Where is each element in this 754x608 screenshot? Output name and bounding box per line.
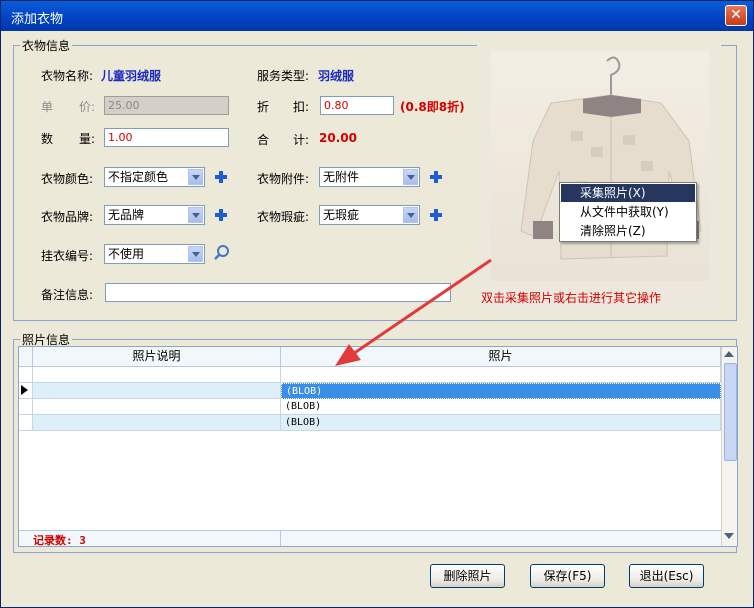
discount-input[interactable]: 0.80 xyxy=(320,96,394,115)
discount-label-2: 扣: xyxy=(293,100,310,114)
table-row-empty[interactable] xyxy=(33,367,281,383)
note-label: 备注信息: xyxy=(41,288,94,302)
total-label-2: 计: xyxy=(293,133,310,147)
scroll-thumb[interactable] xyxy=(724,363,737,461)
grid-footer: 记录数: 3 xyxy=(19,530,721,546)
hanger-select[interactable]: 不使用 xyxy=(104,244,205,264)
qty-input[interactable]: 1.00 xyxy=(104,128,229,147)
photo-hint: 双击采集照片或右击进行其它操作 xyxy=(481,291,662,305)
title-bar[interactable]: 添加衣物 ✕ xyxy=(1,1,753,31)
scroll-up-icon[interactable] xyxy=(724,351,734,357)
discount-label-1: 折 xyxy=(257,100,270,114)
exit-button[interactable]: 退出(Esc) xyxy=(629,564,704,588)
row-indicator xyxy=(19,367,33,383)
table-cell-photo[interactable]: (BLOB) xyxy=(281,383,721,399)
brand-label: 衣物品牌: xyxy=(41,210,94,224)
chevron-down-icon[interactable] xyxy=(403,169,418,185)
row-indicator xyxy=(19,383,33,399)
save-button[interactable]: 保存(F5) xyxy=(530,564,605,588)
close-button[interactable]: ✕ xyxy=(725,5,747,26)
chevron-down-icon[interactable] xyxy=(188,246,203,262)
accessory-select-value: 无附件 xyxy=(323,170,360,184)
row-indicator xyxy=(19,399,33,415)
window-title: 添加衣物 xyxy=(11,12,64,27)
hanger-select-value: 不使用 xyxy=(108,247,145,261)
defect-select[interactable]: 无瑕疵 xyxy=(319,205,420,225)
brand-select-value: 无品牌 xyxy=(108,208,145,222)
price-label-2: 价: xyxy=(79,100,96,114)
garment-info-legend: 衣物信息 xyxy=(22,39,71,53)
add-accessory-icon[interactable] xyxy=(429,170,443,184)
add-defect-icon[interactable] xyxy=(429,208,443,222)
table-cell-photo[interactable]: (BLOB) xyxy=(281,399,721,415)
garment-photo[interactable] xyxy=(491,51,709,281)
menu-item-capture-photo[interactable]: 采集照片(X) xyxy=(561,184,695,202)
delete-photo-button[interactable]: 删除照片 xyxy=(430,564,505,588)
add-garment-dialog: 添加衣物 ✕ 衣物信息 衣物名称: 儿童羽绒服 服务类型: 羽绒服 单 价: 2… xyxy=(0,0,754,608)
row-header-corner xyxy=(19,347,33,367)
photo-context-menu: 采集照片(X) 从文件中获取(Y) 清除照片(Z) xyxy=(559,182,697,242)
table-row[interactable] xyxy=(33,399,281,415)
discount-hint: (0.8即8折) xyxy=(400,100,465,114)
chevron-down-icon[interactable] xyxy=(188,207,203,223)
add-color-icon[interactable] xyxy=(214,170,228,184)
photo-grid[interactable]: 照片说明 照片 (BLOB) (BLOB) (BLOB) 记录数: 3 xyxy=(18,346,738,547)
close-icon: ✕ xyxy=(730,7,742,23)
price-input[interactable]: 25.00 xyxy=(104,96,229,115)
table-row[interactable] xyxy=(33,383,281,399)
accessory-select[interactable]: 无附件 xyxy=(319,167,420,187)
menu-item-from-file[interactable]: 从文件中获取(Y) xyxy=(561,203,695,221)
chevron-down-icon[interactable] xyxy=(403,207,418,223)
total-value: 20.00 xyxy=(319,131,357,145)
add-brand-icon[interactable] xyxy=(214,208,228,222)
color-select-value: 不指定颜色 xyxy=(108,170,169,184)
photo-preview-panel[interactable] xyxy=(477,45,721,311)
hanger-label: 挂衣编号: xyxy=(41,249,94,263)
name-value: 儿童羽绒服 xyxy=(101,69,162,83)
price-label-1: 单 xyxy=(41,100,54,114)
brand-select[interactable]: 无品牌 xyxy=(104,205,205,225)
search-icon[interactable] xyxy=(213,244,231,262)
service-label: 服务类型: xyxy=(257,69,310,83)
name-label: 衣物名称: xyxy=(41,69,94,83)
footer-divider xyxy=(280,531,281,546)
scroll-down-icon[interactable] xyxy=(724,533,734,539)
qty-label-2: 量: xyxy=(79,132,96,146)
defect-select-value: 无瑕疵 xyxy=(323,208,360,222)
menu-item-clear-photo[interactable]: 清除照片(Z) xyxy=(561,222,695,240)
accessory-label: 衣物附件: xyxy=(257,172,310,186)
color-label: 衣物颜色: xyxy=(41,172,94,186)
table-cell-photo[interactable]: (BLOB) xyxy=(281,415,721,431)
row-indicator xyxy=(19,415,33,431)
record-count: 记录数: 3 xyxy=(33,534,86,547)
current-row-icon xyxy=(21,385,28,395)
color-select[interactable]: 不指定颜色 xyxy=(104,167,205,187)
total-label-1: 合 xyxy=(257,133,270,147)
annotation-arrow xyxy=(335,258,492,366)
service-value: 羽绒服 xyxy=(318,69,355,83)
column-header-desc[interactable]: 照片说明 xyxy=(33,347,281,367)
jacket-image xyxy=(520,56,702,260)
chevron-down-icon[interactable] xyxy=(188,169,203,185)
vertical-scrollbar[interactable] xyxy=(721,347,737,546)
defect-label: 衣物瑕疵: xyxy=(257,210,310,224)
qty-label-1: 数 xyxy=(41,132,54,146)
table-row[interactable] xyxy=(33,415,281,431)
